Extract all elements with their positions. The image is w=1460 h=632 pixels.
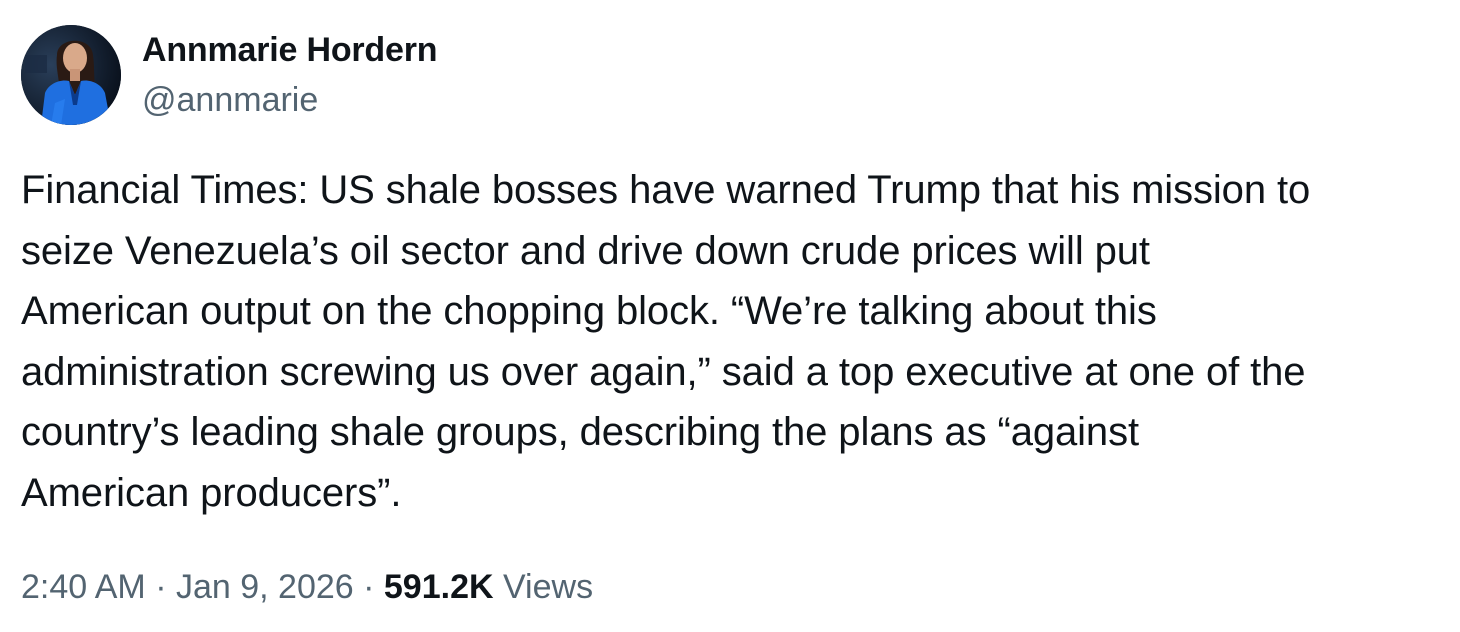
tweet-card: Annmarie Hordern @annmarie Financial Tim…: [0, 0, 1460, 632]
tweet-header: Annmarie Hordern @annmarie: [21, 24, 437, 126]
meta-separator: ·: [145, 568, 176, 606]
tweet-text: Financial Times: US shale bosses have wa…: [21, 168, 1311, 515]
author-handle[interactable]: @annmarie: [142, 78, 437, 122]
tweet-date[interactable]: Jan 9, 2026: [176, 568, 354, 606]
meta-separator: ·: [353, 568, 384, 606]
tweet-time[interactable]: 2:40 AM: [21, 568, 146, 606]
author-display-name[interactable]: Annmarie Hordern: [142, 28, 437, 72]
avatar[interactable]: [21, 25, 121, 125]
author-names: Annmarie Hordern @annmarie: [142, 28, 437, 122]
avatar-photo-icon: [21, 25, 121, 125]
views-label[interactable]: Views: [503, 568, 593, 606]
tweet-meta: 2:40 AM · Jan 9, 2026 · 591.2K Views: [21, 564, 593, 610]
views-count[interactable]: 591.2K: [384, 568, 494, 606]
